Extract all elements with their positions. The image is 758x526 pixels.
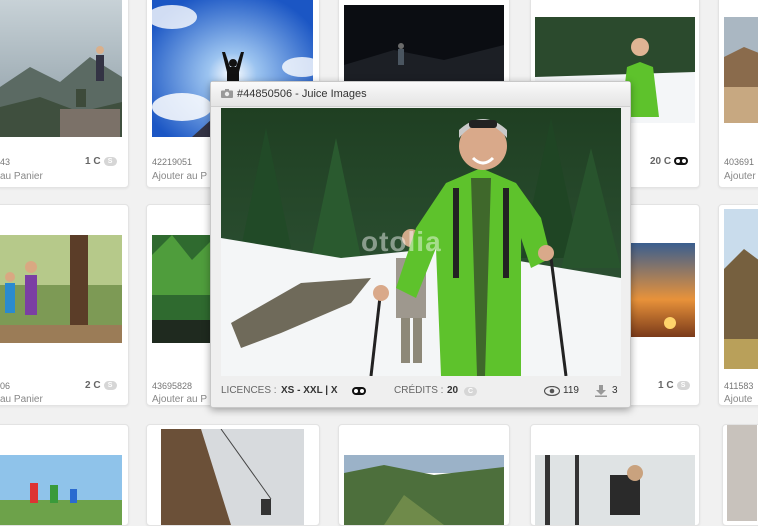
photo-id: 43 — [0, 157, 11, 167]
photo-price: 20 C — [650, 156, 689, 167]
licences-value: XS - XXL | X — [281, 385, 338, 396]
photo-card[interactable] — [722, 424, 758, 526]
add-to-cart-link[interactable]: Ajoute — [724, 394, 752, 405]
coin-icon: C — [464, 387, 477, 396]
climber-image — [161, 429, 304, 525]
credits-label: CRÉDITS : — [394, 385, 444, 396]
photo-card[interactable]: 43 1 CS au Panier — [0, 0, 129, 188]
download-icon — [595, 385, 607, 397]
photo-thumbnail[interactable] — [724, 17, 758, 123]
edge-thumb-image — [727, 425, 757, 521]
add-to-cart-link[interactable]: Ajouter au P — [152, 171, 207, 182]
price-value: 1 C — [658, 380, 674, 391]
photo-thumbnail[interactable] — [0, 0, 122, 137]
photo-card[interactable] — [338, 0, 510, 88]
views-count: 119 — [563, 385, 579, 396]
camera-icon — [221, 89, 233, 98]
sunset-image — [630, 243, 695, 337]
watermark-text: otolia — [361, 226, 442, 257]
photo-price: 2 CS — [85, 380, 117, 391]
photo-card[interactable] — [146, 424, 320, 526]
popover-title: #44850506 - Juice Images — [237, 88, 367, 100]
price-value: 20 C — [650, 156, 672, 167]
photo-price: 1 CS — [85, 156, 117, 167]
photo-thumbnail[interactable] — [161, 429, 304, 525]
photo-card[interactable]: 411583 Ajoute — [718, 204, 758, 406]
add-to-cart-link[interactable]: au Panier — [0, 171, 43, 182]
photo-thumbnail[interactable] — [344, 5, 504, 87]
credits-value: 20 — [447, 385, 459, 396]
photo-id: 06 — [0, 381, 11, 391]
photo-card[interactable] — [338, 424, 510, 526]
price-value: 1 C — [85, 156, 101, 167]
mountain-snow-image — [724, 209, 758, 369]
photo-card[interactable]: 403691 Ajouter — [718, 0, 758, 188]
add-to-cart-link[interactable]: Ajouter — [724, 171, 756, 182]
add-to-cart-link[interactable]: au Panier — [0, 394, 43, 405]
photo-price: 1 CS — [658, 380, 690, 391]
night-hikers-image — [344, 5, 504, 87]
photo-id: 411583 — [724, 381, 754, 391]
photo-card[interactable] — [0, 424, 129, 526]
extended-licence-icon — [674, 157, 689, 166]
coin-icon: S — [103, 380, 117, 390]
popover-header: #44850506 - Juice Images — [211, 82, 630, 107]
forest-hikers-image — [0, 235, 122, 343]
landscape-thumb-image — [724, 17, 758, 123]
extended-licence-icon — [352, 387, 366, 395]
photo-id: 42219051 — [152, 157, 193, 167]
popover-footer: LICENCES : XS - XXL | X CRÉDITS : 20 C 1… — [221, 382, 621, 400]
photo-thumbnail[interactable] — [0, 235, 122, 343]
add-to-cart-link[interactable]: Ajouter au P — [152, 394, 207, 405]
forest-thumb-image — [152, 235, 212, 343]
photo-id: 43695828 — [152, 381, 193, 391]
photo-thumbnail[interactable] — [727, 425, 757, 521]
photo-card[interactable] — [530, 424, 700, 526]
coin-icon: S — [103, 156, 117, 166]
coin-icon: S — [676, 380, 690, 390]
photo-thumbnail[interactable] — [152, 235, 212, 343]
photo-card[interactable]: 06 2 CS au Panier — [0, 204, 129, 406]
licences-label: LICENCES : — [221, 385, 277, 396]
image-preview-popover: #44850506 - Juice Images otolia LICENCES… — [210, 81, 631, 408]
eye-icon — [544, 386, 560, 396]
photo-thumbnail[interactable] — [630, 243, 695, 337]
preview-image: otolia — [221, 108, 621, 376]
downloads-count: 3 — [612, 385, 618, 396]
photo-id: 403691 — [724, 157, 755, 167]
hikers-mountain-image — [0, 0, 122, 137]
price-value: 2 C — [85, 380, 101, 391]
photo-thumbnail[interactable] — [724, 209, 758, 369]
